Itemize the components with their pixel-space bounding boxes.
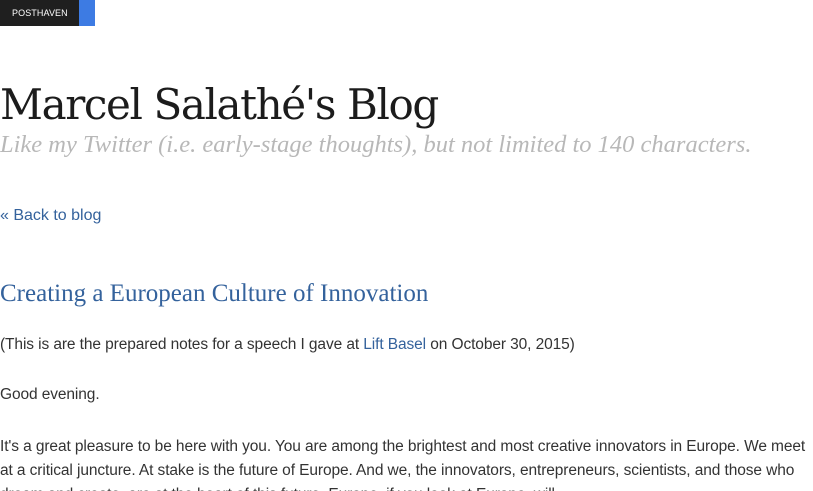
back-to-blog-link[interactable]: « Back to blog <box>0 207 101 225</box>
blog-title[interactable]: Marcel Salathé's Blog <box>0 80 439 129</box>
post-body: (This is are the prepared notes for a sp… <box>0 335 810 491</box>
blog-tagline: Like my Twitter (i.e. early-stage though… <box>0 131 752 158</box>
post-intro-prefix: (This is are the prepared notes for a sp… <box>0 336 364 353</box>
posthaven-badge[interactable]: POSTHAVEN <box>0 0 95 26</box>
posthaven-badge-accent <box>79 0 95 26</box>
post-intro-suffix: on October 30, 2015) <box>426 336 575 353</box>
lift-basel-link[interactable]: Lift Basel <box>363 336 426 353</box>
post-title[interactable]: Creating a European Culture of Innovatio… <box>0 280 428 308</box>
post-intro-paragraph: (This is are the prepared notes for a sp… <box>0 335 810 385</box>
posthaven-badge-label: POSTHAVEN <box>0 0 79 26</box>
post-paragraph: It's a great pleasure to be here with yo… <box>0 438 806 491</box>
post-greeting: Good evening. <box>0 386 100 403</box>
